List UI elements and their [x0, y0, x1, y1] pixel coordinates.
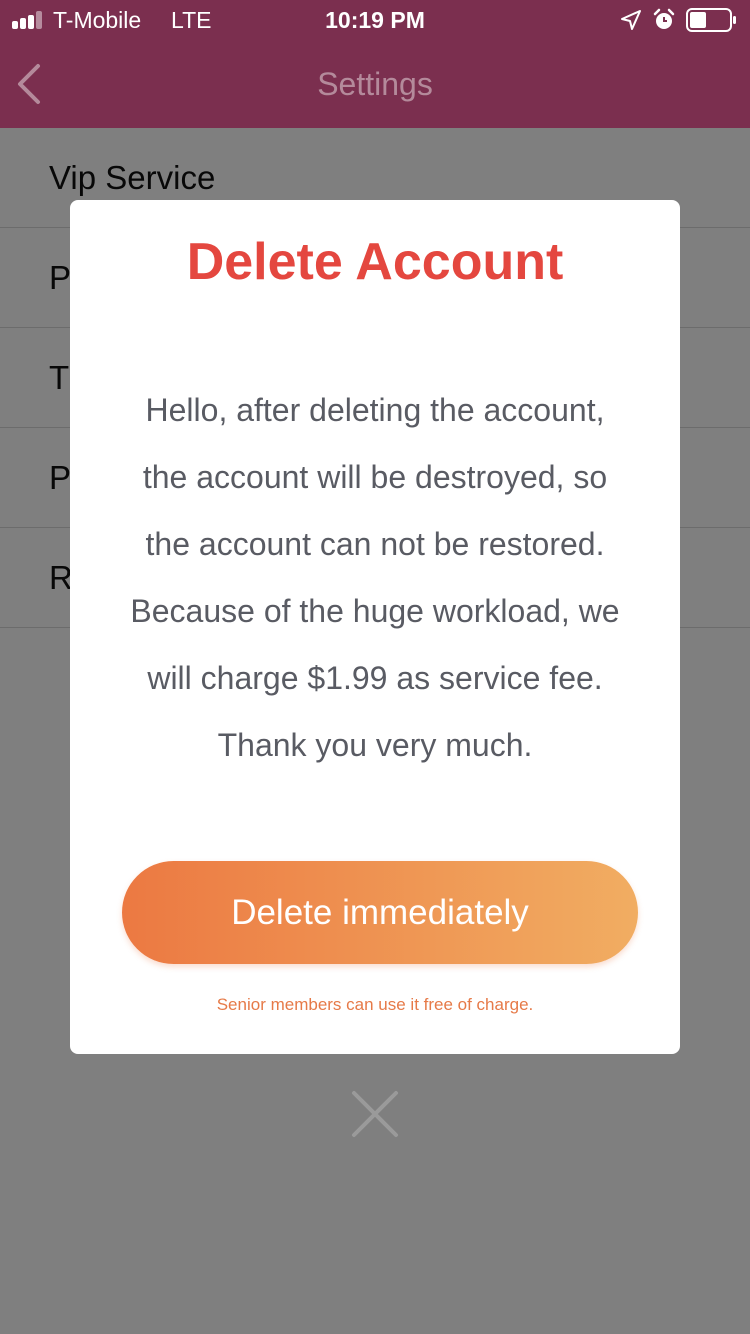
message-line: Because of the huge workload, we: [130, 593, 620, 629]
battery-icon: [686, 8, 736, 32]
page-title: Settings: [317, 66, 433, 102]
delete-account-dialog: Delete Account Hello, after deleting the…: [70, 200, 680, 1054]
alarm-clock-icon: [653, 8, 675, 29]
navigation-bar: Settings: [0, 40, 750, 128]
message-line: Hello, after deleting the account,: [145, 392, 605, 428]
close-x-icon[interactable]: [350, 1089, 400, 1139]
message-line: the account will be destroyed, so: [142, 459, 608, 495]
delete-immediately-button[interactable]: Delete immediately: [122, 861, 638, 964]
message-line: Thank you very much.: [217, 727, 533, 763]
dialog-title: Delete Account: [186, 233, 564, 291]
message-line: the account can not be restored.: [145, 526, 605, 562]
location-arrow-icon: [621, 10, 641, 30]
message-line: will charge $1.99 as service fee.: [147, 660, 603, 696]
status-bar: T-Mobile LTE 10:19 PM: [0, 0, 750, 40]
dialog-message: Hello, after deleting the account, the a…: [90, 377, 660, 779]
senior-members-note: Senior members can use it free of charge…: [216, 995, 534, 1014]
